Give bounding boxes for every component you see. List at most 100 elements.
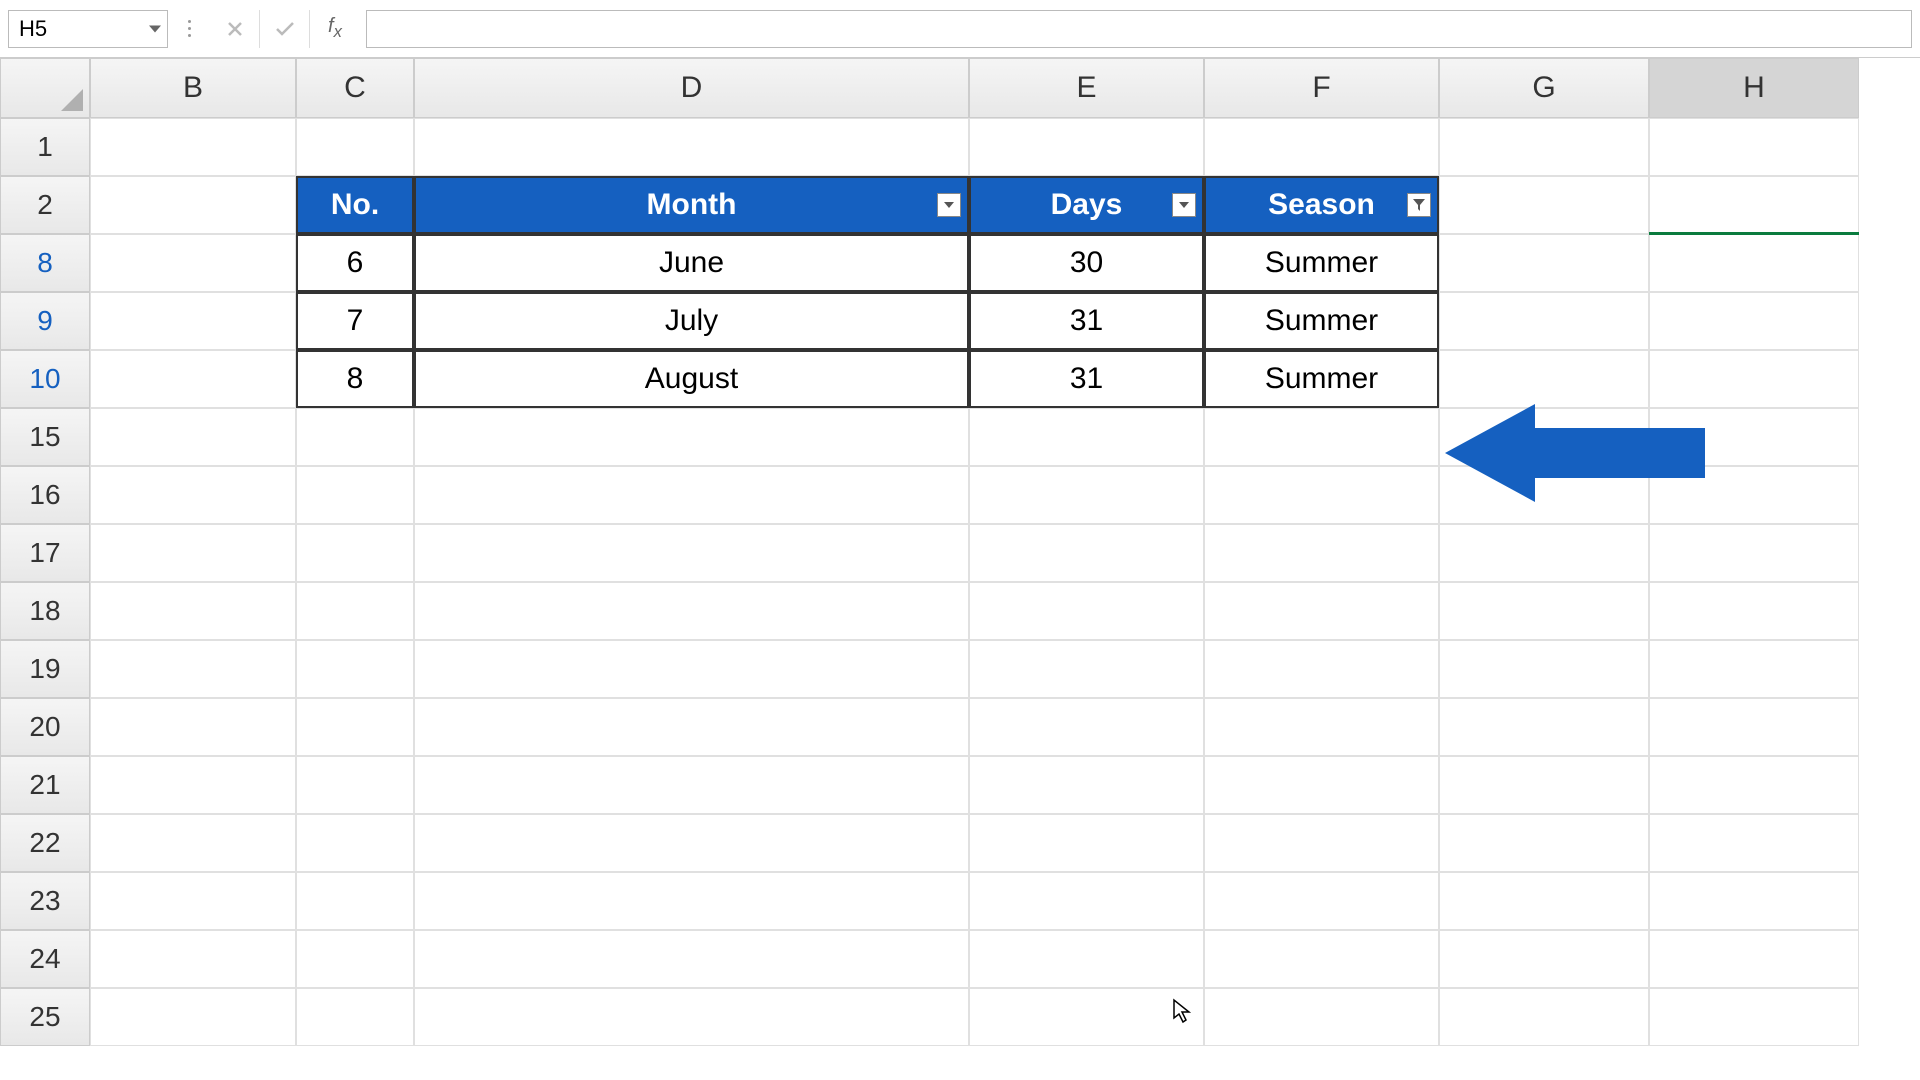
cell-F25[interactable] (1204, 988, 1439, 1046)
cell-E23[interactable] (969, 872, 1204, 930)
cell-F9[interactable]: Summer (1204, 292, 1439, 350)
cell-B9[interactable] (90, 292, 296, 350)
cell-D8[interactable]: June (414, 234, 969, 292)
cell-E8[interactable]: 30 (969, 234, 1204, 292)
cell-H20[interactable] (1649, 698, 1859, 756)
cell-G23[interactable] (1439, 872, 1649, 930)
row-header-21[interactable]: 21 (0, 756, 90, 814)
cell-D10[interactable]: August (414, 350, 969, 408)
cell-H9[interactable] (1649, 292, 1859, 350)
cell-C24[interactable] (296, 930, 414, 988)
row-header-2[interactable]: 2 (0, 176, 90, 234)
cell-B17[interactable] (90, 524, 296, 582)
cell-C8[interactable]: 6 (296, 234, 414, 292)
row-header-15[interactable]: 15 (0, 408, 90, 466)
cell-H17[interactable] (1649, 524, 1859, 582)
row-header-8[interactable]: 8 (0, 234, 90, 292)
cell-F1[interactable] (1204, 118, 1439, 176)
cell-G18[interactable] (1439, 582, 1649, 640)
filter-dropdown-month[interactable] (937, 193, 961, 217)
cell-C9[interactable]: 7 (296, 292, 414, 350)
cell-F10[interactable]: Summer (1204, 350, 1439, 408)
cell-H19[interactable] (1649, 640, 1859, 698)
cell-C1[interactable] (296, 118, 414, 176)
cell-E16[interactable] (969, 466, 1204, 524)
cell-D20[interactable] (414, 698, 969, 756)
cell-H1[interactable] (1649, 118, 1859, 176)
row-header-19[interactable]: 19 (0, 640, 90, 698)
cell-D22[interactable] (414, 814, 969, 872)
row-header-24[interactable]: 24 (0, 930, 90, 988)
cell-B23[interactable] (90, 872, 296, 930)
cell-C21[interactable] (296, 756, 414, 814)
cell-B1[interactable] (90, 118, 296, 176)
cell-H23[interactable] (1649, 872, 1859, 930)
cell-G2[interactable] (1439, 176, 1649, 234)
cell-B2[interactable] (90, 176, 296, 234)
cell-F19[interactable] (1204, 640, 1439, 698)
select-all-corner[interactable] (0, 58, 90, 118)
row-header-23[interactable]: 23 (0, 872, 90, 930)
column-header-F[interactable]: F (1204, 58, 1439, 118)
formula-input[interactable] (366, 10, 1912, 48)
row-header-1[interactable]: 1 (0, 118, 90, 176)
cell-G9[interactable] (1439, 292, 1649, 350)
cell-D21[interactable] (414, 756, 969, 814)
row-header-17[interactable]: 17 (0, 524, 90, 582)
cell-H18[interactable] (1649, 582, 1859, 640)
cell-D17[interactable] (414, 524, 969, 582)
cell-C10[interactable]: 8 (296, 350, 414, 408)
cell-G22[interactable] (1439, 814, 1649, 872)
table-header-month[interactable]: Month (414, 176, 969, 234)
cell-F23[interactable] (1204, 872, 1439, 930)
cell-B25[interactable] (90, 988, 296, 1046)
insert-function-button[interactable]: fx (310, 15, 360, 42)
cell-C16[interactable] (296, 466, 414, 524)
cell-D25[interactable] (414, 988, 969, 1046)
cell-E15[interactable] (969, 408, 1204, 466)
row-header-20[interactable]: 20 (0, 698, 90, 756)
cell-C20[interactable] (296, 698, 414, 756)
row-header-25[interactable]: 25 (0, 988, 90, 1046)
cell-E21[interactable] (969, 756, 1204, 814)
cell-C25[interactable] (296, 988, 414, 1046)
cell-H2[interactable] (1649, 176, 1859, 234)
cell-B20[interactable] (90, 698, 296, 756)
cell-D16[interactable] (414, 466, 969, 524)
cell-D23[interactable] (414, 872, 969, 930)
cell-G1[interactable] (1439, 118, 1649, 176)
cell-B21[interactable] (90, 756, 296, 814)
cell-D1[interactable] (414, 118, 969, 176)
cell-H22[interactable] (1649, 814, 1859, 872)
column-header-G[interactable]: G (1439, 58, 1649, 118)
cell-F18[interactable] (1204, 582, 1439, 640)
cell-H8[interactable] (1649, 234, 1859, 292)
cell-G24[interactable] (1439, 930, 1649, 988)
cell-F8[interactable]: Summer (1204, 234, 1439, 292)
filter-dropdown-season[interactable] (1407, 193, 1431, 217)
row-header-22[interactable]: 22 (0, 814, 90, 872)
row-header-10[interactable]: 10 (0, 350, 90, 408)
cell-H25[interactable] (1649, 988, 1859, 1046)
cell-B18[interactable] (90, 582, 296, 640)
table-header-season[interactable]: Season (1204, 176, 1439, 234)
cell-E10[interactable]: 31 (969, 350, 1204, 408)
cell-E17[interactable] (969, 524, 1204, 582)
cell-G21[interactable] (1439, 756, 1649, 814)
cell-B19[interactable] (90, 640, 296, 698)
name-box[interactable]: H5 (8, 10, 168, 48)
cell-F15[interactable] (1204, 408, 1439, 466)
cell-C19[interactable] (296, 640, 414, 698)
spreadsheet-grid[interactable]: B C D E F G H 1 2 8 9 10 15 16 17 18 19 … (0, 58, 1920, 1046)
cell-H24[interactable] (1649, 930, 1859, 988)
cell-E18[interactable] (969, 582, 1204, 640)
cell-C18[interactable] (296, 582, 414, 640)
cell-B8[interactable] (90, 234, 296, 292)
cell-D18[interactable] (414, 582, 969, 640)
table-header-days[interactable]: Days (969, 176, 1204, 234)
cell-F17[interactable] (1204, 524, 1439, 582)
row-header-9[interactable]: 9 (0, 292, 90, 350)
cell-F20[interactable] (1204, 698, 1439, 756)
name-box-dropdown-icon[interactable] (149, 25, 161, 32)
column-header-E[interactable]: E (969, 58, 1204, 118)
